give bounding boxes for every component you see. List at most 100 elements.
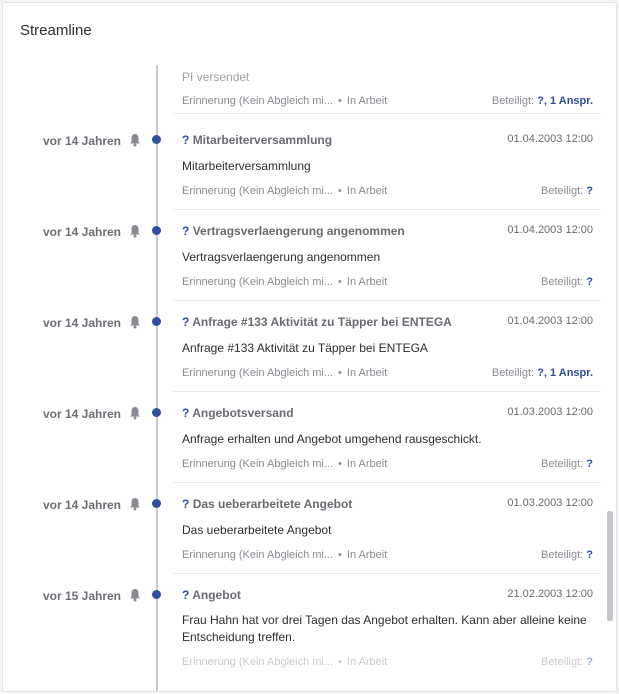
involved-info: Beteiligt: ? (541, 656, 593, 668)
activity-title-prefix: ? (182, 406, 190, 420)
activity-meta: Erinnerung (Kein Abgleich mi... • In Arbei… (182, 458, 387, 470)
involved-value[interactable]: ? (586, 276, 593, 288)
activity-body: Anfrage #133 Aktivität zu Täpper bei ENT… (182, 341, 428, 355)
meta-separator: • (338, 185, 342, 197)
activity-title-prefix: ? (182, 133, 190, 147)
timeline-dot (152, 408, 161, 417)
bell-icon[interactable] (129, 588, 141, 602)
activity-title[interactable]: ? Anfrage #133 Aktivität zu Täpper bei E… (182, 315, 452, 329)
relative-time: vor 14 Jahren (42, 498, 121, 512)
activity-title-text: Anfrage #133 Aktivität zu Täpper bei ENT… (192, 315, 452, 329)
activity-status: In Arbeit (346, 185, 388, 197)
bell-icon[interactable] (129, 315, 141, 329)
activity-title-text: Mitarbeiterversammlung (192, 133, 333, 147)
activity-card[interactable]: ? Mitarbeiterversammlung 01.04.2003 12:0… (173, 133, 601, 210)
timeline-dot (152, 499, 161, 508)
activity-card[interactable]: ? Angebotsversand 01.03.2003 12:00 Anfra… (173, 406, 601, 483)
bell-icon[interactable] (129, 406, 141, 420)
meta-separator: • (338, 367, 342, 379)
stream-list[interactable]: PI versendet Erinnerung (Kein Abgleich m… (3, 3, 608, 691)
involved-value[interactable]: ? (586, 656, 593, 668)
activity-body: Frau Hahn hat vor drei Tagen das Angebot… (182, 613, 587, 644)
activity-title-text: Angebotsversand (192, 406, 294, 420)
activity-meta: Erinnerung (Kein Abgleich mi... • In Arbei… (182, 276, 387, 288)
activity-type: Erinnerung (Kein Abgleich mi... (182, 367, 334, 379)
involved-label: Beteiligt: (541, 276, 584, 288)
activity-body: Anfrage erhalten und Angebot umgehend ra… (182, 432, 482, 446)
timeline-dot (152, 317, 161, 326)
activity-title[interactable]: ? Mitarbeiterversammlung (182, 133, 332, 147)
bell-icon[interactable] (129, 497, 141, 511)
involved-value[interactable]: ? (586, 549, 593, 561)
involved-info: Beteiligt: ? (541, 458, 593, 470)
activity-meta: Erinnerung (Kein Abgleich mi... • In Arbei… (182, 656, 387, 668)
relative-time: vor 14 Jahren (42, 316, 121, 330)
meta-separator: • (338, 276, 342, 288)
activity-status: In Arbeit (346, 458, 388, 470)
activity-meta: Erinnerung (Kein Abgleich mi... • In Arbei… (182, 95, 387, 107)
activity-meta: Erinnerung (Kein Abgleich mi... • In Arbei… (182, 367, 387, 379)
timeline-dot (152, 226, 161, 235)
activity-status: In Arbeit (346, 95, 388, 107)
activity-title-prefix: ? (182, 315, 190, 329)
activity-title-text: Angebot (192, 588, 241, 602)
involved-label: Beteiligt: (491, 367, 535, 379)
bell-icon[interactable] (129, 133, 141, 147)
activity-date: 21.02.2003 12:00 (507, 588, 593, 600)
activity-card[interactable]: PI versendet Erinnerung (Kein Abgleich m… (173, 65, 601, 114)
activity-date: 01.04.2003 12:00 (507, 133, 593, 145)
activity-title-text: Das ueberarbeitete Angebot (192, 497, 353, 511)
activity-title-prefix: ? (182, 224, 190, 238)
activity-card[interactable]: ? Das ueberarbeitete Angebot 01.03.2003 … (173, 497, 601, 574)
activity-meta: Erinnerung (Kein Abgleich mi... • In Arbei… (182, 185, 387, 197)
activity-title-text: Vertragsverlaengerung angenommen (192, 224, 405, 238)
activity-body: Mitarbeiterversammlung (182, 159, 311, 173)
activity-body: PI versendet (182, 70, 250, 84)
involved-info: Beteiligt: ? (541, 185, 593, 197)
involved-value[interactable]: ? (586, 185, 593, 197)
activity-body: Das ueberarbeitete Angebot (182, 523, 332, 537)
activity-title[interactable]: ? Das ueberarbeitete Angebot (182, 497, 352, 511)
activity-card[interactable]: ? Angebot 21.02.2003 12:00 Frau Hahn hat… (173, 588, 601, 688)
relative-time: vor 15 Jahren (42, 589, 121, 603)
activity-date: 01.04.2003 12:00 (507, 315, 593, 327)
activity-title[interactable]: ? Angebot (182, 588, 241, 602)
involved-value[interactable]: ?, 1 Anspr. (537, 95, 593, 107)
activity-title-prefix: ? (182, 497, 190, 511)
activity-meta: Erinnerung (Kein Abgleich mi... • In Arbei… (182, 549, 387, 561)
activity-status: In Arbeit (346, 656, 388, 668)
meta-separator: • (338, 549, 342, 561)
involved-value[interactable]: ? (586, 458, 593, 470)
activity-card[interactable]: ? Vertragsverlaengerung angenommen 01.04… (173, 224, 601, 301)
activity-status: In Arbeit (346, 367, 388, 379)
involved-label: Beteiligt: (541, 549, 584, 561)
activity-date: 01.04.2003 12:00 (507, 224, 593, 236)
activity-title-prefix: ? (182, 588, 190, 602)
scrollbar[interactable] (607, 65, 613, 685)
activity-type: Erinnerung (Kein Abgleich mi... (182, 276, 334, 288)
activity-title[interactable]: ? Angebotsversand (182, 406, 294, 420)
activity-title[interactable]: ? Vertragsverlaengerung angenommen (182, 224, 405, 238)
involved-label: Beteiligt: (541, 656, 584, 668)
activity-body: Vertragsverlaengerung angenommen (182, 250, 381, 264)
bell-icon[interactable] (129, 224, 141, 238)
activity-type: Erinnerung (Kein Abgleich mi... (182, 656, 334, 668)
relative-time: vor 14 Jahren (42, 225, 121, 239)
involved-info: Beteiligt: ? (541, 276, 593, 288)
activity-card[interactable]: ? Anfrage #133 Aktivität zu Täpper bei E… (173, 315, 601, 392)
involved-info: Beteiligt: ?, 1 Anspr. (492, 367, 593, 379)
activity-type: Erinnerung (Kein Abgleich mi... (182, 458, 334, 470)
activity-date: 01.03.2003 12:00 (507, 406, 593, 418)
streamline-panel: Streamline PI versendet Erinnerung (Kein… (2, 2, 617, 692)
activity-type: Erinnerung (Kein Abgleich mi... (182, 95, 334, 107)
involved-label: Beteiligt: (491, 95, 535, 107)
timeline-dot (152, 135, 161, 144)
scrollbar-thumb[interactable] (607, 511, 613, 621)
timeline-dot (152, 590, 161, 599)
involved-info: Beteiligt: ?, 1 Anspr. (492, 95, 593, 107)
involved-info: Beteiligt: ? (541, 549, 593, 561)
activity-status: In Arbeit (346, 276, 388, 288)
meta-separator: • (338, 458, 342, 470)
relative-time: vor 14 Jahren (42, 407, 121, 421)
involved-value[interactable]: ?, 1 Anspr. (537, 367, 593, 379)
